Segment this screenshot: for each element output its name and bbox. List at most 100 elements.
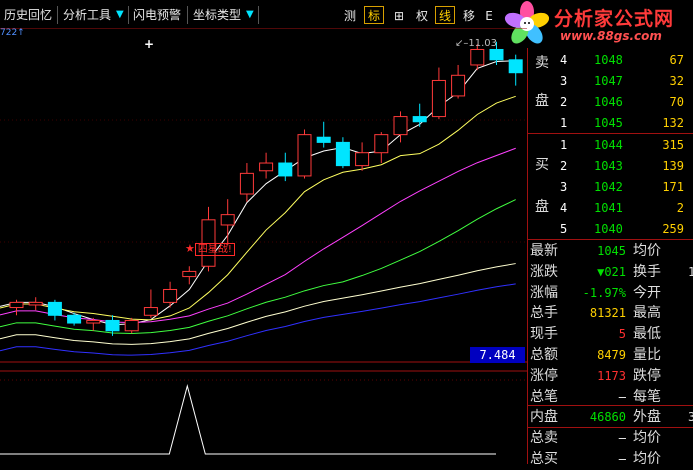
quote-value: 8479 (597, 348, 626, 362)
grid-icon[interactable]: ⊞ (389, 6, 409, 24)
candle[interactable] (28, 297, 43, 311)
sell-row[interactable]: 3 1047 32 (528, 71, 693, 91)
logo-title: 分析家公式网 (554, 8, 675, 30)
candle[interactable] (278, 152, 293, 182)
quote-row: 涨幅 -1.97% 今开 (528, 283, 693, 304)
candle[interactable] (316, 121, 331, 148)
line-button[interactable]: 线 (435, 6, 455, 24)
candle-body (431, 79, 446, 118)
logo-url: www.88gs.com (560, 29, 662, 43)
candle[interactable] (412, 103, 427, 127)
quote-label-2: 最低 (633, 326, 661, 343)
candle[interactable] (182, 266, 197, 285)
quote-value: -1.97% (582, 285, 626, 300)
candle[interactable] (239, 163, 254, 202)
quote-label: 内盘 (530, 409, 558, 426)
candle-body (47, 301, 62, 316)
candle[interactable] (163, 281, 178, 308)
quote-row: 最新 1045 均价 (528, 241, 693, 262)
sell-row[interactable]: 4 1048 67 (528, 50, 693, 70)
divider (528, 133, 693, 134)
candle-body (124, 319, 139, 332)
candle[interactable] (335, 137, 350, 169)
candle[interactable] (508, 54, 523, 86)
kline-chart[interactable] (0, 28, 527, 464)
buy-row[interactable]: 4 1041 2 (528, 198, 693, 218)
quote-label: 总手 (530, 305, 558, 322)
quote-row: 总额 8479 量比 (528, 345, 693, 366)
candle-body (297, 134, 312, 177)
quote-label-2: 换手 (633, 263, 661, 280)
candle[interactable] (259, 152, 274, 179)
flash-alert-menu[interactable]: 闪电预警 (133, 5, 181, 25)
candle-body (451, 74, 466, 97)
history-menu[interactable]: 历史回忆 (4, 5, 52, 25)
axis-type-menu[interactable]: 坐标类型 (193, 5, 241, 25)
quote-row: 总卖 – 均价 (528, 428, 693, 449)
quote-value: ▼021 (597, 264, 626, 279)
signal-marker[interactable]: ★ 四星战! (185, 240, 235, 256)
scale-label: 722↑ (0, 28, 25, 38)
quote-row: 涨跌 ▼021 换手 1 (528, 262, 693, 283)
candle[interactable] (124, 317, 139, 334)
max-price-arrow-icon: ↙– (455, 38, 469, 49)
candle[interactable] (393, 111, 408, 143)
divider (528, 405, 693, 407)
candle[interactable] (47, 299, 62, 321)
quote-value: 81321 (589, 306, 626, 321)
buy-row[interactable]: 3 1042 171 (528, 177, 693, 197)
dropdown-arrow-icon[interactable]: ▼ (246, 5, 254, 25)
quote-label-2: 今开 (633, 284, 661, 301)
quote-label-2: 均价 (633, 430, 661, 447)
quote-label-2: 最高 (633, 305, 661, 322)
partial-button[interactable]: E (482, 6, 496, 24)
buy-row[interactable]: 5 1040 259 (528, 219, 693, 239)
measure-button[interactable]: 测 (340, 6, 360, 24)
candle-body (163, 288, 178, 303)
quote-value-2: 1 (688, 264, 693, 279)
analysis-tools-menu[interactable]: 分析工具 (63, 5, 111, 25)
candle[interactable] (355, 142, 370, 171)
quote-value-2: 3 (688, 410, 693, 425)
quote-label-2: 外盘 (633, 409, 661, 426)
sell-row[interactable]: 2 1046 70 (528, 92, 693, 112)
mark-button[interactable]: 标 (364, 6, 384, 24)
sell-row[interactable]: 1 1045 132 (528, 113, 693, 133)
quote-row: 涨停 1173 跌停 (528, 366, 693, 387)
buy-row[interactable]: 1 1044 315 (528, 135, 693, 155)
buy-row[interactable]: 2 1043 139 (528, 156, 693, 176)
candle-body (259, 162, 274, 172)
ma-line-4 (0, 199, 516, 334)
quote-value: 1173 (597, 368, 626, 383)
quote-label-2: 均价 (633, 243, 661, 259)
candle[interactable] (297, 129, 312, 179)
dropdown-arrow-icon[interactable]: ▼ (116, 5, 124, 25)
divider (528, 239, 693, 240)
candle-body (278, 162, 293, 177)
current-price-badge: 7.484 (470, 347, 525, 363)
max-price-label: ↙–11.03 (455, 38, 498, 49)
quote-label: 总买 (530, 451, 558, 467)
quote-row: 总手 81321 最高 (528, 303, 693, 324)
rights-button[interactable]: 权 (412, 6, 432, 24)
candle[interactable] (9, 299, 24, 316)
candle[interactable] (143, 289, 158, 318)
move-button[interactable]: 移 (459, 6, 479, 24)
candle-body (105, 319, 120, 332)
candle[interactable] (431, 67, 446, 120)
signal-text: 四星战! (194, 243, 235, 256)
quote-label: 涨幅 (530, 284, 558, 301)
quote-label: 现手 (530, 326, 558, 343)
candle-body (489, 48, 504, 61)
quote-value: 5 (618, 327, 626, 342)
candle[interactable] (374, 132, 389, 164)
candle[interactable] (451, 64, 466, 99)
toolbar-divider (57, 6, 58, 24)
candle-body (508, 59, 523, 74)
toolbar-divider (258, 6, 259, 24)
candle[interactable] (220, 199, 235, 246)
star-icon: ★ (185, 242, 195, 255)
quote-label: 涨停 (530, 367, 558, 384)
quote-label: 最新 (530, 243, 558, 259)
candle-body (67, 314, 82, 324)
